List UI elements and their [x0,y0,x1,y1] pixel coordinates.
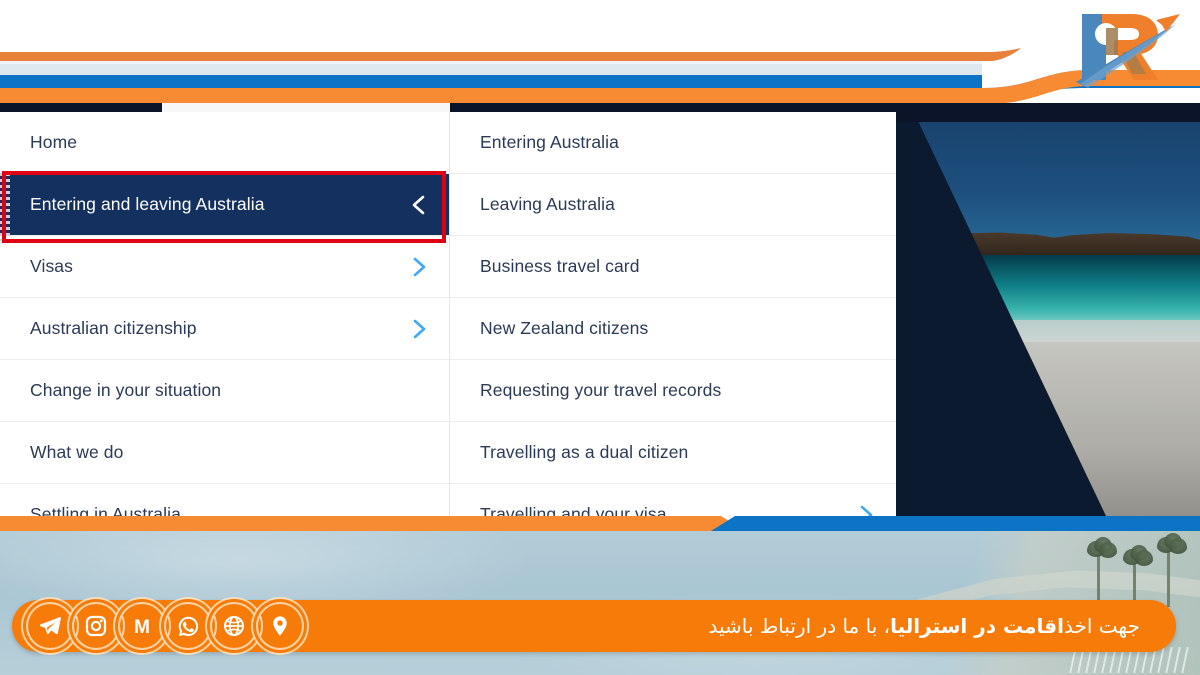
contact-cta-bar[interactable]: M جهت اخذ اقامت در استرالیا ، با ما در ا… [12,600,1176,652]
menu-item-visas[interactable]: Visas [0,236,449,298]
cta-text: جهت اخذ اقامت در استرالیا ، با ما در ارتب… [708,600,1140,652]
submenu-item-leaving-australia[interactable]: Leaving Australia [450,174,896,236]
menu-item-home[interactable]: Home [0,112,449,174]
menu-item-settling-in-australia[interactable]: Settling in Australia [0,484,449,516]
submenu-item-business-travel-card[interactable]: Business travel card [450,236,896,298]
chevron-right-icon [411,318,427,340]
submenu-item-label: Travelling as a dual citizen [480,442,689,462]
hero-photo [896,112,1200,516]
primary-menu-column: Home Entering and leaving Australia Visa… [0,112,450,516]
location-pin-icon[interactable] [258,604,302,648]
mail-icon[interactable]: M [120,604,164,648]
site-header [0,0,1200,105]
menu-item-australian-citizenship[interactable]: Australian citizenship [0,298,449,360]
menu-item-label: Australian citizenship [30,318,197,338]
menu-item-label: Change in your situation [30,380,222,400]
divider-bar-blue [711,516,1200,531]
website-globe-icon[interactable] [212,604,256,648]
header-decorative-bands [0,0,1200,104]
menu-item-label: Visas [30,256,73,276]
submenu-item-label: Requesting your travel records [480,380,722,400]
menu-item-change-in-your-situation[interactable]: Change in your situation [0,360,449,422]
menu-item-entering-and-leaving-australia[interactable]: Entering and leaving Australia [0,174,449,236]
focus-outline [0,173,10,241]
menu-item-label: Home [30,132,78,152]
submenu-item-label: Leaving Australia [480,194,615,214]
menu-item-what-we-do[interactable]: What we do [0,422,449,484]
submenu-item-requesting-your-travel-records[interactable]: Requesting your travel records [450,360,896,422]
photo-top-bar [896,112,1200,122]
submenu-column: Entering Australia Leaving Australia Bus… [450,112,896,516]
submenu-item-entering-australia[interactable]: Entering Australia [450,112,896,174]
submenu-item-label: New Zealand citizens [480,318,649,338]
chevron-right-icon [411,256,427,278]
menu-item-label: Entering and leaving Australia [30,194,265,214]
cta-text-bold: اقامت در استرالیا [890,614,1064,638]
divider-bar [0,516,1200,531]
menu-item-label: Settling in Australia [30,504,181,516]
telegram-icon[interactable] [28,604,72,648]
instagram-icon[interactable] [74,604,118,648]
chevron-right-icon [858,504,874,516]
svg-text:M: M [134,617,150,638]
social-links: M [28,600,304,652]
cta-text-tail: ، با ما در ارتباط باشید [708,614,891,638]
submenu-item-new-zealand-citizens[interactable]: New Zealand citizens [450,298,896,360]
submenu-item-travelling-and-your-visa[interactable]: Travelling and your visa [450,484,896,516]
chevron-left-icon [411,194,427,216]
agency-logo[interactable] [1062,2,1182,94]
submenu-item-label: Travelling and your visa [480,504,667,516]
screenshot-root: Home Entering and leaving Australia Visa… [0,0,1200,675]
divider-bar-orange [0,516,745,531]
menu-item-label: What we do [30,442,124,462]
submenu-item-label: Business travel card [480,256,640,276]
whatsapp-icon[interactable] [166,604,210,648]
submenu-item-label: Entering Australia [480,132,619,152]
submenu-item-travelling-as-a-dual-citizen[interactable]: Travelling as a dual citizen [450,422,896,484]
cta-text-lead: جهت اخذ [1064,614,1140,638]
